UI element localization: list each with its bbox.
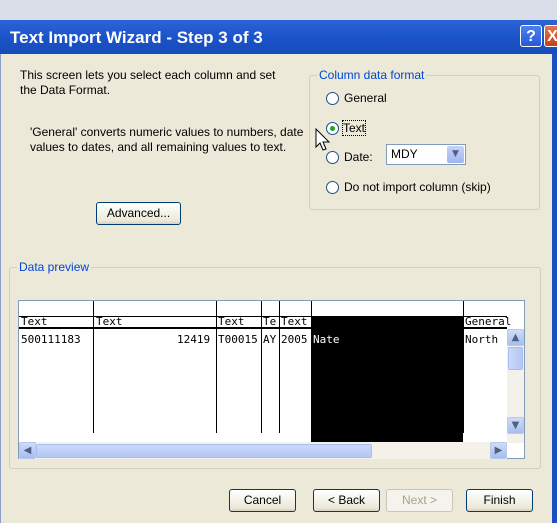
general-radio-label[interactable]: General <box>344 91 387 105</box>
scroll-left-button[interactable]: ◀ <box>19 442 36 459</box>
column-header[interactable]: Text <box>313 315 340 328</box>
text-radio-label[interactable]: Text <box>341 120 367 136</box>
vertical-scroll-thumb[interactable] <box>508 347 523 370</box>
scroll-up-button[interactable]: ▲ <box>507 329 524 346</box>
cancel-button[interactable]: Cancel <box>229 489 296 512</box>
skip-column-radio[interactable] <box>326 181 339 194</box>
data-preview-grid[interactable]: Text Text Text Te Text Text General 5001… <box>18 300 525 459</box>
close-icon: X <box>547 28 557 45</box>
column-divider <box>463 301 464 433</box>
scroll-down-button[interactable]: ▼ <box>507 417 524 434</box>
column-header[interactable]: Te <box>263 315 276 328</box>
title-bar: Text Import Wizard - Step 3 of 3 <box>0 20 557 54</box>
intro-text-line-2: the Data Format. <box>20 83 111 97</box>
column-header[interactable]: Text <box>281 315 308 328</box>
column-header[interactable]: Text <box>218 315 245 328</box>
date-format-select[interactable]: MDY ▼ <box>386 144 466 165</box>
column-header[interactable]: General <box>465 315 511 328</box>
skip-column-radio-label[interactable]: Do not import column (skip) <box>344 180 491 194</box>
close-button[interactable]: X <box>544 25 557 47</box>
next-button[interactable]: Next > <box>386 489 453 512</box>
preview-cell: North <box>465 333 499 346</box>
intro-text-line-3: 'General' converts numeric values to num… <box>30 125 304 139</box>
help-button[interactable]: ? <box>520 25 542 47</box>
window-title: Text Import Wizard - Step 3 of 3 <box>10 28 263 47</box>
preview-cell: T00015 <box>218 333 258 346</box>
horizontal-scroll-thumb[interactable] <box>36 444 372 458</box>
background-strip <box>0 0 557 20</box>
column-header[interactable]: Text <box>21 315 48 328</box>
column-divider <box>311 301 312 433</box>
column-data-format-label: Column data format <box>317 68 427 82</box>
general-radio[interactable] <box>326 92 339 105</box>
preview-cell: 2005 <box>281 333 308 346</box>
column-header[interactable]: Text <box>96 315 123 328</box>
finish-button[interactable]: Finish <box>466 489 533 512</box>
column-divider <box>279 301 280 433</box>
scroll-right-button[interactable]: ▶ <box>490 442 507 459</box>
advanced-button[interactable]: Advanced... <box>96 202 181 225</box>
preview-cell: Nate <box>313 333 340 346</box>
mouse-pointer-icon <box>315 128 331 151</box>
window-frame-right <box>552 54 557 523</box>
date-radio[interactable] <box>326 151 339 164</box>
date-format-value: MDY <box>391 147 418 161</box>
intro-text-line-1: This screen lets you select each column … <box>20 68 276 82</box>
back-button[interactable]: < Back <box>313 489 380 512</box>
column-divider <box>261 301 262 433</box>
column-divider <box>93 301 94 433</box>
intro-text-line-4: values to dates, and all remaining value… <box>30 140 287 154</box>
question-icon: ? <box>526 28 536 45</box>
preview-cell: 500111183 <box>21 333 81 346</box>
chevron-down-icon[interactable]: ▼ <box>447 146 464 163</box>
data-preview-label: Data preview <box>17 260 92 274</box>
column-divider <box>216 301 217 433</box>
preview-cell: 12419 <box>177 333 211 346</box>
preview-cell: AY <box>263 333 277 346</box>
date-radio-label[interactable]: Date: <box>344 150 373 164</box>
